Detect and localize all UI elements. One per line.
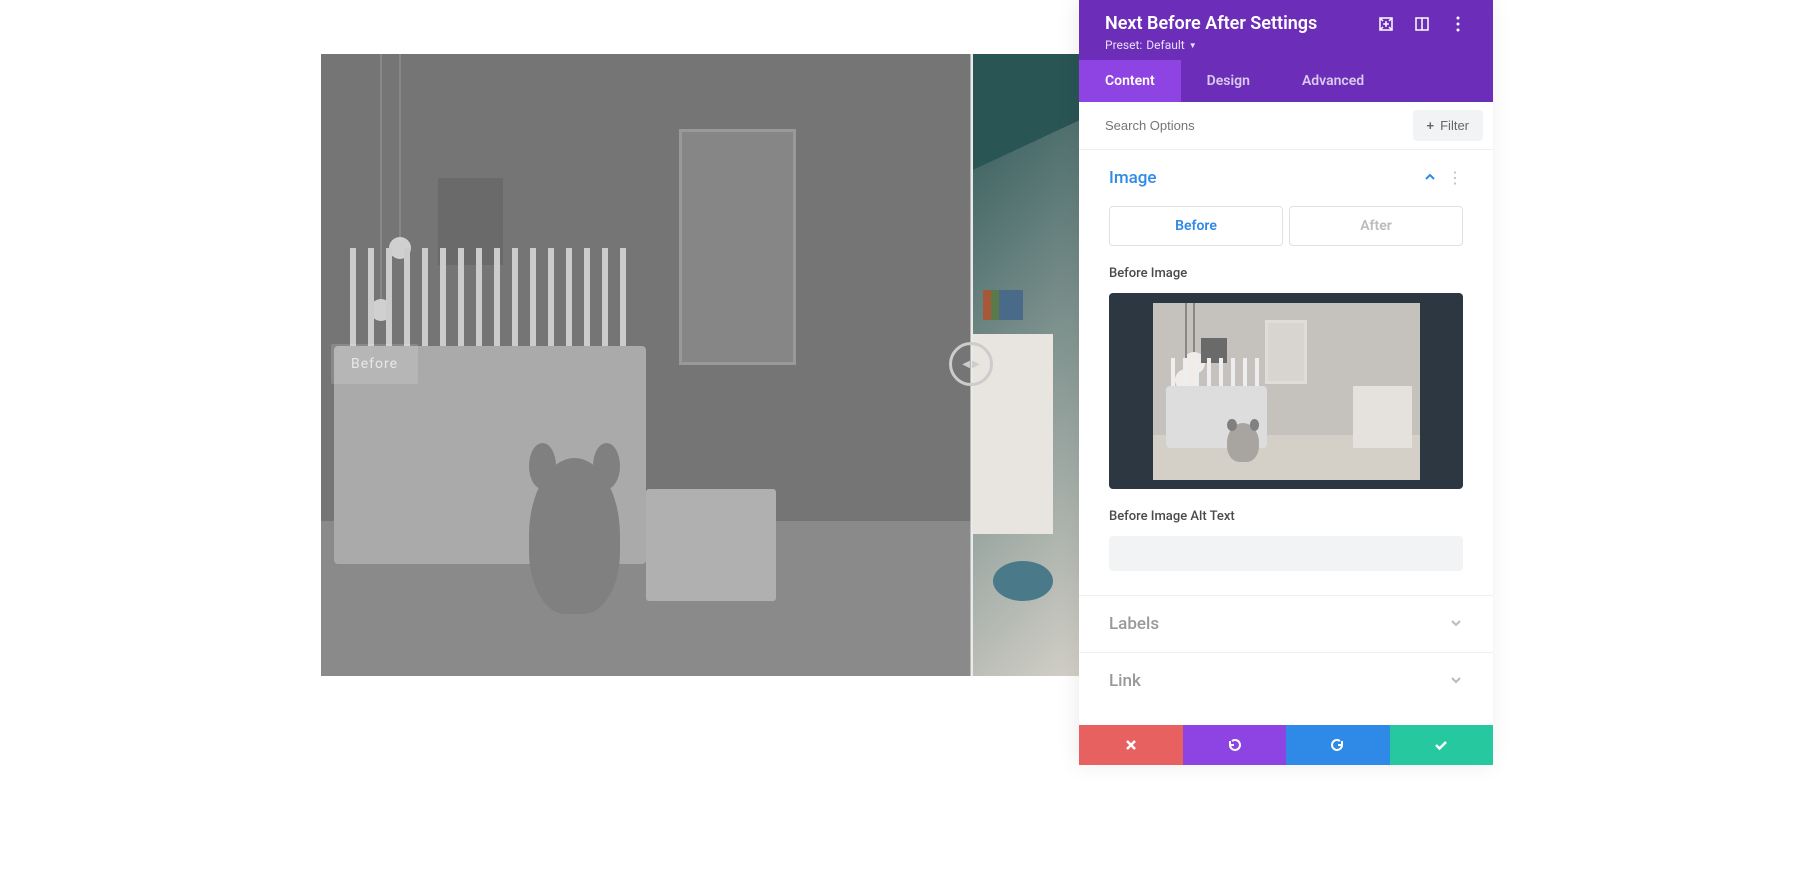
undo-button[interactable] — [1183, 725, 1287, 765]
plus-icon: + — [1427, 118, 1435, 133]
tab-content[interactable]: Content — [1079, 60, 1181, 102]
section-labels: Labels — [1079, 596, 1493, 653]
slider-arrow-right-icon: ▶ — [972, 359, 980, 370]
section-image-body: Before After Before Image — [1079, 206, 1493, 595]
save-button[interactable] — [1390, 725, 1494, 765]
toggle-before[interactable]: Before — [1109, 206, 1283, 246]
section-image-title: Image — [1109, 168, 1157, 188]
section-image-header[interactable]: Image ⋮ — [1079, 150, 1493, 206]
before-image-thumbnail — [1153, 303, 1420, 480]
close-icon — [1124, 738, 1138, 752]
slider-handle[interactable]: ◀ ▶ — [949, 342, 993, 386]
section-link: Link — [1079, 653, 1493, 709]
snap-icon[interactable] — [1413, 15, 1431, 33]
chevron-up-icon — [1423, 169, 1437, 188]
before-image-picker[interactable] — [1109, 293, 1463, 489]
filter-button[interactable]: + Filter — [1413, 110, 1483, 141]
slider-arrow-left-icon: ◀ — [962, 359, 970, 370]
more-menu-icon[interactable] — [1449, 15, 1467, 33]
undo-icon — [1226, 737, 1242, 753]
before-after-toggle: Before After — [1109, 206, 1463, 246]
section-labels-header[interactable]: Labels — [1079, 596, 1493, 652]
alt-text-label: Before Image Alt Text — [1109, 509, 1463, 524]
options-scroll-area[interactable]: Image ⋮ Before After Before Image — [1079, 150, 1493, 725]
search-filter-row: + Filter — [1079, 102, 1493, 150]
footer-actions — [1079, 725, 1493, 765]
settings-tabs: Content Design Advanced — [1079, 60, 1493, 102]
redo-icon — [1330, 737, 1346, 753]
before-image-label: Before Image — [1109, 266, 1463, 281]
section-kebab-icon[interactable]: ⋮ — [1447, 170, 1463, 186]
settings-panel: Next Before After Settings Preset: Defau… — [1079, 0, 1493, 765]
filter-label: Filter — [1440, 118, 1469, 133]
tab-design[interactable]: Design — [1181, 60, 1276, 102]
before-image-area: Before — [321, 54, 971, 676]
panel-title: Next Before After Settings — [1105, 13, 1317, 34]
check-icon — [1433, 737, 1449, 753]
preset-selector[interactable]: Preset: Default ▼ — [1105, 38, 1467, 52]
preset-dropdown-icon: ▼ — [1189, 41, 1197, 50]
before-after-preview: Before ◀ ▶ — [321, 54, 1079, 676]
redo-button[interactable] — [1286, 725, 1390, 765]
section-image: Image ⋮ Before After Before Image — [1079, 150, 1493, 596]
tab-advanced[interactable]: Advanced — [1276, 60, 1390, 102]
expand-icon[interactable] — [1377, 15, 1395, 33]
search-input[interactable] — [1105, 110, 1413, 141]
section-labels-title: Labels — [1109, 614, 1159, 634]
section-link-title: Link — [1109, 671, 1141, 691]
chevron-down-icon — [1449, 672, 1463, 691]
preset-label: Preset: — [1105, 38, 1142, 52]
toggle-after[interactable]: After — [1289, 206, 1463, 246]
alt-text-input[interactable] — [1109, 536, 1463, 571]
chevron-down-icon — [1449, 615, 1463, 634]
panel-header: Next Before After Settings Preset: Defau… — [1079, 0, 1493, 60]
preset-value: Default — [1146, 38, 1184, 52]
cancel-button[interactable] — [1079, 725, 1183, 765]
before-overlay-label: Before — [331, 344, 418, 384]
section-link-header[interactable]: Link — [1079, 653, 1493, 709]
